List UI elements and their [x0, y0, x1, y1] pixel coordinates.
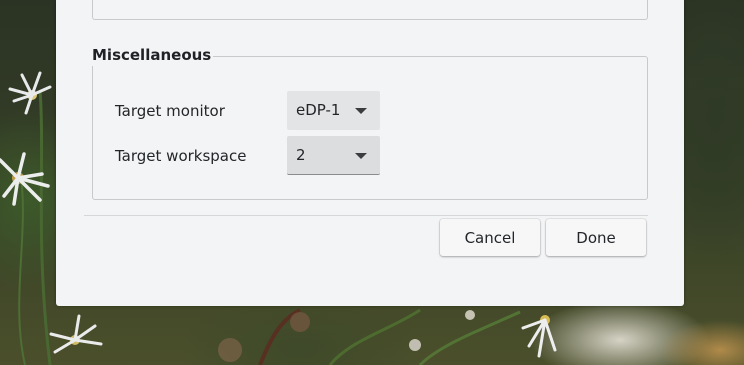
target-monitor-value: eDP-1: [296, 101, 341, 119]
target-workspace-select[interactable]: 2: [287, 136, 380, 175]
dialog-window: Miscellaneous Target monitor eDP-1 Targe…: [56, 0, 684, 306]
misc-group-title: Miscellaneous: [92, 44, 214, 66]
cancel-button[interactable]: Cancel: [440, 219, 540, 256]
target-monitor-select[interactable]: eDP-1: [287, 91, 380, 130]
target-monitor-label: Target monitor: [115, 102, 225, 120]
target-workspace-label: Target workspace: [115, 147, 247, 165]
upper-group-frame: [92, 0, 648, 20]
target-workspace-value: 2: [296, 146, 306, 164]
chevron-down-icon: [355, 108, 367, 114]
done-button[interactable]: Done: [546, 219, 646, 256]
button-separator: [84, 215, 648, 216]
chevron-down-icon: [355, 153, 367, 159]
